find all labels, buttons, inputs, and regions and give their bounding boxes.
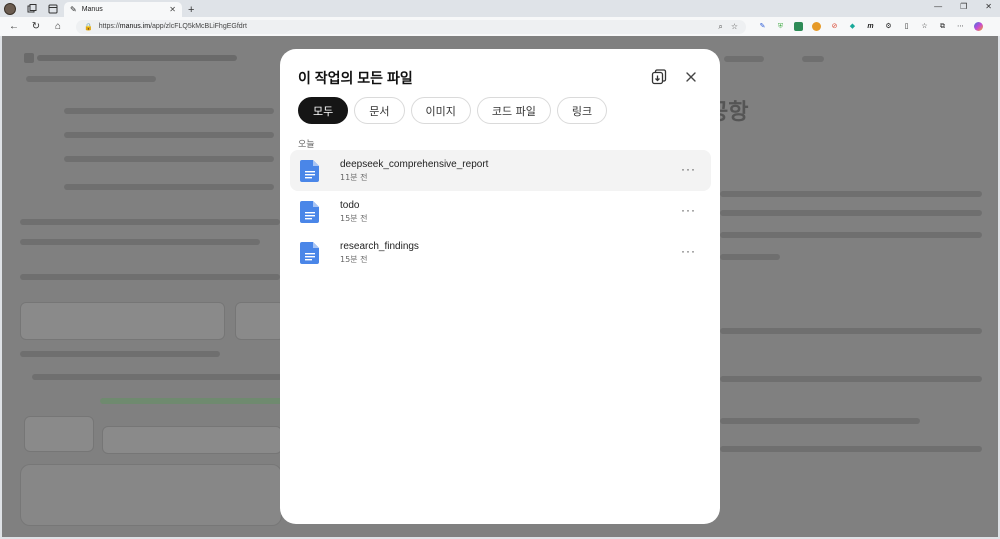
tab-code-files[interactable]: 코드 파일 — [476, 97, 551, 124]
document-icon — [300, 159, 320, 182]
close-window-icon[interactable]: ✕ — [985, 2, 992, 11]
file-row[interactable]: todo 15분 전 ··· — [290, 191, 711, 232]
split-screen-icon[interactable]: ▯ — [902, 22, 911, 31]
home-icon[interactable]: ⌂ — [50, 21, 66, 32]
extension-cookie-icon[interactable] — [812, 22, 821, 31]
new-tab-icon[interactable]: + — [188, 2, 194, 17]
section-label-today: 오늘 — [298, 140, 315, 150]
url-bar[interactable]: 🔒 https://manus.im/app/zlcFLQ5kMcBLiFhgE… — [76, 19, 746, 34]
modal-title: 이 작업의 모든 파일 — [298, 70, 413, 86]
reload-icon[interactable]: ↻ — [28, 21, 44, 32]
background-task-title — [24, 52, 238, 64]
more-options-icon[interactable]: ··· — [681, 245, 696, 257]
document-icon — [300, 200, 320, 223]
copilot-icon[interactable] — [974, 22, 983, 31]
file-time: 15분 전 — [340, 254, 368, 264]
download-all-icon[interactable] — [650, 68, 668, 86]
extension-block-icon[interactable]: ⊘ — [830, 22, 839, 31]
file-name: research_findings — [340, 240, 419, 252]
document-icon — [300, 241, 320, 264]
file-row[interactable]: deepseek_comprehensive_report 11분 전 ··· — [290, 150, 711, 191]
back-icon[interactable]: ← — [6, 21, 22, 32]
restore-icon[interactable]: ❐ — [960, 2, 967, 11]
favorites-icon[interactable]: ☆ — [920, 22, 929, 31]
url-text: https://manus.im/app/zlcFLQ5kMcBLiFhgEGf… — [98, 23, 247, 30]
tab-images[interactable]: 이미지 — [410, 97, 471, 124]
more-options-icon[interactable]: ··· — [681, 163, 696, 175]
file-time: 11분 전 — [340, 172, 368, 182]
zoom-icon[interactable]: ⌕ — [718, 22, 722, 32]
file-type-tabs: 모두 문서 이미지 코드 파일 링크 — [298, 97, 608, 124]
profile-avatar[interactable] — [4, 2, 16, 15]
favorite-star-icon[interactable]: ☆ — [731, 22, 738, 31]
tab-manus[interactable]: ✎ Manus ✕ — [64, 2, 182, 17]
browser-tab-strip: ✎ Manus ✕ + — ❐ ✕ — [0, 0, 1000, 17]
extension-shield-icon[interactable]: ⛨ — [776, 22, 785, 31]
tab-documents[interactable]: 문서 — [354, 97, 405, 124]
all-files-modal: 이 작업의 모든 파일 모두 문서 이미지 코드 파일 링크 오늘 deepse… — [280, 49, 720, 524]
manus-favicon-icon: ✎ — [70, 5, 77, 14]
collections-icon[interactable]: ⧉ — [938, 22, 947, 31]
workspaces-icon[interactable] — [26, 3, 37, 14]
file-time: 15분 전 — [340, 213, 368, 223]
file-name: todo — [340, 199, 360, 211]
file-row[interactable]: research_findings 15분 전 ··· — [290, 232, 711, 273]
more-menu-icon[interactable]: ⋯ — [956, 22, 965, 31]
address-toolbar: ← ↻ ⌂ 🔒 https://manus.im/app/zlcFLQ5kMcB… — [0, 17, 1000, 36]
extension-diamond-icon[interactable]: ◆ — [848, 22, 857, 31]
more-options-icon[interactable]: ··· — [681, 204, 696, 216]
background-chat-input — [20, 464, 282, 526]
tab-actions-icon[interactable] — [47, 3, 58, 14]
extension-save-icon[interactable] — [794, 22, 803, 31]
lock-icon[interactable]: 🔒 — [84, 23, 93, 31]
close-tab-icon[interactable]: ✕ — [169, 5, 176, 14]
extensions-puzzle-icon[interactable]: ⚙ — [884, 22, 893, 31]
tab-all[interactable]: 모두 — [298, 97, 349, 124]
extension-pen-icon[interactable]: ✎ — [758, 22, 767, 31]
tab-title: Manus — [81, 6, 103, 13]
extension-m-icon[interactable]: m — [866, 22, 875, 31]
tab-links[interactable]: 링크 — [556, 97, 608, 124]
file-name: deepseek_comprehensive_report — [340, 158, 489, 170]
minimize-icon[interactable]: — — [934, 2, 942, 11]
close-modal-icon[interactable] — [682, 68, 700, 86]
file-list: deepseek_comprehensive_report 11분 전 ··· … — [290, 150, 711, 273]
